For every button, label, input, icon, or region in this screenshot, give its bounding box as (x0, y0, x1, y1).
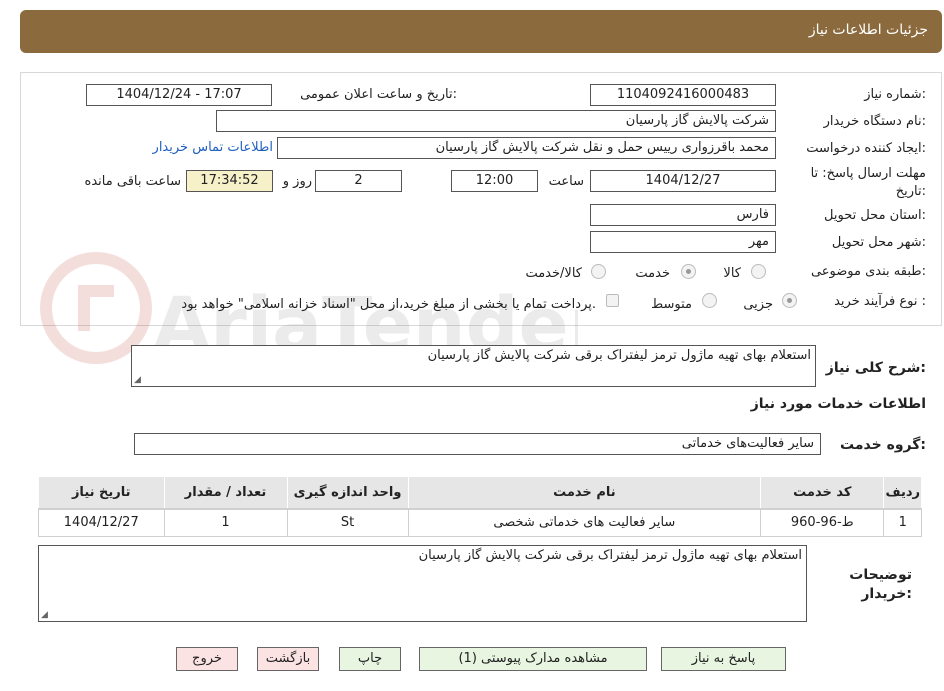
announce-datetime-label: تاریخ و ساعت اعلان عمومی: (300, 87, 457, 102)
view-attachments-button[interactable]: مشاهده مدارک پیوستی (1) (419, 647, 647, 671)
category-label: طبقه بندی موضوعی: (810, 264, 926, 279)
deadline-days-label: روز و (282, 174, 312, 189)
process-radio-minor[interactable] (782, 293, 797, 308)
buyer-notes-label: توضیحات خریدار: (849, 567, 912, 602)
process-option-minor: جزیی (743, 297, 773, 312)
buyer-org-field: شرکت پالایش گاز پارسیان (216, 110, 776, 132)
remaining-time-field: 17:34:52 (186, 170, 273, 192)
services-table: ردیف کد خدمت نام خدمت واحد اندازه گیری ت… (38, 476, 922, 537)
city-label: شهر محل تحویل: (831, 235, 926, 250)
col-unit: واحد اندازه گیری (286, 476, 409, 510)
process-option-medium: متوسط (651, 297, 692, 312)
category-radio-goods-service[interactable] (591, 264, 606, 279)
buyer-notes-textarea[interactable]: استعلام بهای تهیه ماژول ترمز لیفتراک برق… (38, 545, 807, 622)
treasury-bonds-note: پرداخت تمام یا بخشی از مبلغ خرید،از محل … (181, 297, 596, 312)
deadline-days-field: 2 (315, 170, 402, 192)
service-group-field: سایر فعالیت‌های خدماتی (134, 433, 821, 455)
remaining-time-label: ساعت باقی مانده (84, 174, 181, 189)
cell-row-number: 1 (883, 508, 922, 537)
summary-label: شرح کلی نیاز: (825, 360, 926, 376)
exit-button[interactable]: خروج (176, 647, 238, 671)
process-radio-medium[interactable] (702, 293, 717, 308)
col-service-code: کد خدمت (760, 476, 885, 510)
purchase-process-label: نوع فرآیند خرید : (834, 294, 926, 309)
col-row-number: ردیف (883, 476, 922, 510)
col-service-name: نام خدمت (407, 476, 762, 510)
need-number-label: شماره نیاز: (864, 87, 926, 102)
table-header-row: ردیف کد خدمت نام خدمت واحد اندازه گیری ت… (38, 476, 922, 510)
requester-field: محمد باقرزواری رییس حمل و نقل شرکت پالای… (277, 137, 776, 159)
summary-text: استعلام بهای تهیه ماژول ترمز لیفتراک برق… (427, 348, 811, 363)
cell-service-code: ط-96-960 (760, 508, 885, 537)
col-need-date: تاریخ نیاز (38, 476, 165, 510)
city-field: مهر (590, 231, 776, 253)
cell-unit: St (286, 508, 409, 537)
buyer-contact-link[interactable]: اطلاعات تماس خریدار (153, 140, 273, 155)
category-option-goods: کالا (723, 266, 741, 281)
services-section-title: اطلاعات خدمات مورد نیاز (750, 396, 926, 412)
print-button[interactable]: چاپ (339, 647, 401, 671)
summary-textarea[interactable]: استعلام بهای تهیه ماژول ترمز لیفتراک برق… (131, 345, 816, 387)
deadline-label: مهلت ارسال پاسخ: تا تاریخ: (810, 166, 926, 199)
buyer-org-label: نام دستگاه خریدار: (823, 114, 926, 129)
requester-label: ایجاد کننده درخواست: (806, 141, 926, 156)
back-button[interactable]: بازگشت (257, 647, 319, 671)
category-option-goods-service: کالا/خدمت (525, 266, 582, 281)
need-number-field: 1104092416000483 (590, 84, 776, 106)
buyer-notes-text: استعلام بهای تهیه ماژول ترمز لیفتراک برق… (418, 548, 802, 563)
deadline-time-field: 12:00 (451, 170, 538, 192)
announce-datetime-field: 1404/12/24 - 17:07 (86, 84, 272, 106)
province-field: فارس (590, 204, 776, 226)
treasury-bonds-checkbox[interactable] (606, 294, 619, 307)
province-label: استان محل تحویل: (824, 208, 926, 223)
resize-grip-icon[interactable]: ◢ (41, 610, 48, 620)
reply-button[interactable]: پاسخ به نیاز (661, 647, 786, 671)
cell-service-name: سایر فعالیت های خدماتی شخصی (407, 508, 762, 537)
page-header: جزئیات اطلاعات نیاز (20, 10, 942, 53)
col-quantity: تعداد / مقدار (163, 476, 288, 510)
cell-quantity: 1 (163, 508, 288, 537)
deadline-time-label: ساعت (548, 174, 584, 189)
category-option-service: خدمت (635, 266, 670, 281)
table-row: 1 ط-96-960 سایر فعالیت های خدماتی شخصی S… (38, 508, 922, 537)
page-title: جزئیات اطلاعات نیاز (808, 22, 928, 38)
cell-need-date: 1404/12/27 (38, 508, 165, 537)
category-radio-goods[interactable] (751, 264, 766, 279)
service-group-label: گروه خدمت: (840, 437, 926, 453)
deadline-date-field: 1404/12/27 (590, 170, 776, 192)
category-radio-service[interactable] (681, 264, 696, 279)
resize-grip-icon[interactable]: ◢ (134, 375, 141, 385)
